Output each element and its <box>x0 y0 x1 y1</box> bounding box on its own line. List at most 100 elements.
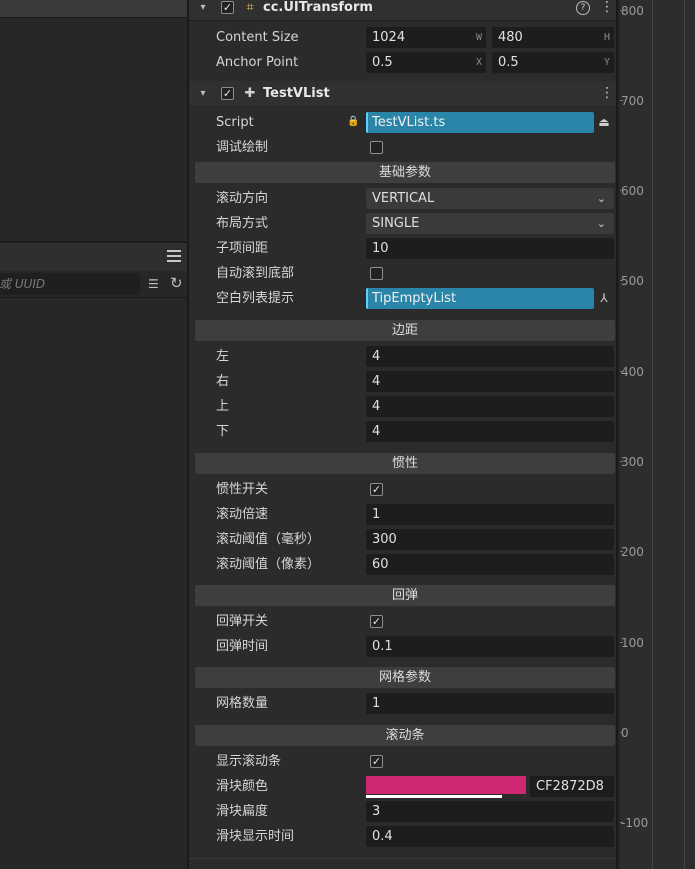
layout-select[interactable]: SINGLE ⌄ <box>366 213 614 234</box>
thumb-width-field[interactable]: 3 <box>366 801 614 822</box>
asset-locate-icon[interactable]: ⏏ <box>594 112 614 133</box>
threshold-px-row: 滚动阈值（像素） 60 <box>189 552 616 577</box>
padding-top-row: 上 4 <box>189 394 616 419</box>
thumb-color-row: 滑块颜色 CF2872D8 <box>189 774 616 799</box>
padding-top-field[interactable]: 4 <box>366 396 614 417</box>
section-inertia: 惯性 <box>195 453 615 474</box>
padding-bottom-row: 下 4 <box>189 419 616 444</box>
scroll-speed-field[interactable]: 1 <box>366 504 614 525</box>
layout-label: 布局方式 <box>216 216 269 231</box>
threshold-px-field[interactable]: 60 <box>366 554 614 575</box>
ruler-tick-label: 600 <box>620 184 644 198</box>
ruler-grid-line <box>684 0 685 869</box>
threshold-ms-label: 滚动阈值（毫秒） <box>216 532 321 547</box>
puzzle-icon: ✚ <box>244 85 256 101</box>
chevron-down-icon: ⌄ <box>596 217 606 230</box>
section-grid: 网格参数 <box>195 667 615 688</box>
auto-scroll-bottom-row: 自动滚到底部 <box>189 261 616 286</box>
inertia-toggle-checkbox[interactable]: ✓ <box>370 483 383 496</box>
grid-count-field[interactable]: 1 <box>366 693 614 714</box>
inertia-toggle-label: 惯性开关 <box>216 482 269 497</box>
item-spacing-label: 子项间距 <box>216 241 269 256</box>
threshold-px-label: 滚动阈值（像素） <box>216 557 321 572</box>
content-size-row: Content Size 1024 W 480 H <box>189 25 616 50</box>
thumb-color-swatch[interactable] <box>366 776 526 794</box>
refresh-icon[interactable]: ↻ <box>170 275 184 291</box>
testvlist-enabled-checkbox[interactable]: ✓ <box>221 87 234 100</box>
chevron-down-icon: ⌄ <box>596 192 606 205</box>
thumb-show-time-field[interactable]: 0.4 <box>366 826 614 847</box>
script-label: Script <box>216 115 254 130</box>
threshold-ms-row: 滚动阈值（毫秒） 300 <box>189 527 616 552</box>
grid-count-row: 网格数量 1 <box>189 691 616 716</box>
hierarchy-header <box>0 243 187 271</box>
chevron-down-icon[interactable]: ▾ <box>197 88 209 99</box>
anchor-point-label: Anchor Point <box>216 55 299 70</box>
empty-tip-label: 空白列表提示 <box>216 291 295 306</box>
search-divider <box>0 297 187 298</box>
padding-bottom-field[interactable]: 4 <box>366 421 614 442</box>
padding-bottom-label: 下 <box>216 424 230 439</box>
chevron-down-icon[interactable]: ▾ <box>197 2 209 13</box>
debug-draw-checkbox[interactable] <box>370 141 383 154</box>
script-asset-field[interactable]: TestVList.ts <box>366 112 594 133</box>
thumb-color-hex-field[interactable]: CF2872D8 <box>530 776 614 797</box>
bounce-toggle-checkbox[interactable]: ✓ <box>370 615 383 628</box>
uitransform-icon: ⌗ <box>246 0 254 15</box>
editor-window: 或 UUID ☰ ↻ ▾ ✓ ⌗ cc.UITransform ? ⋮ Cont… <box>0 0 695 869</box>
search-input[interactable]: 或 UUID <box>0 273 140 295</box>
hamburger-icon[interactable] <box>167 250 181 262</box>
debug-draw-label: 调试绘制 <box>216 140 269 155</box>
show-scrollbar-checkbox[interactable]: ✓ <box>370 755 383 768</box>
layout-row: 布局方式 SINGLE ⌄ <box>189 211 616 236</box>
scene-ruler: 800 700 600 500 400 300 200 100 0 -100 <box>620 0 695 869</box>
scroll-dir-select[interactable]: VERTICAL ⌄ <box>366 188 614 209</box>
ruler-grid-line <box>652 0 653 869</box>
node-locate-icon[interactable]: ⅄ <box>594 288 614 309</box>
padding-left-field[interactable]: 4 <box>366 346 614 367</box>
inertia-toggle-row: 惯性开关 ✓ <box>189 477 616 502</box>
ruler-tick-label: 700 <box>620 94 644 108</box>
more-options-icon[interactable]: ⋮ <box>600 84 614 102</box>
auto-scroll-bottom-checkbox[interactable] <box>370 267 383 280</box>
more-options-icon[interactable]: ⋮ <box>600 0 614 16</box>
script-row: Script 🔒 TestVList.ts ⏏ <box>189 110 616 135</box>
padding-right-field[interactable]: 4 <box>366 371 614 392</box>
height-field[interactable]: 480 H <box>492 27 614 48</box>
threshold-ms-field[interactable]: 300 <box>366 529 614 550</box>
section-padding: 边距 <box>195 320 615 341</box>
thumb-color-label: 滑块颜色 <box>216 779 269 794</box>
bounce-toggle-label: 回弹开关 <box>216 614 269 629</box>
thumb-show-time-label: 滑块显示时间 <box>216 829 295 844</box>
padding-left-row: 左 4 <box>189 344 616 369</box>
anchor-point-row: Anchor Point 0.5 X 0.5 Y <box>189 50 616 75</box>
content-size-label: Content Size <box>216 30 299 45</box>
sort-list-icon[interactable]: ☰ <box>148 277 164 291</box>
anchor-x-field[interactable]: 0.5 X <box>366 52 486 73</box>
padding-right-row: 右 4 <box>189 369 616 394</box>
uitransform-header[interactable]: ▾ ✓ ⌗ cc.UITransform ? ⋮ <box>189 0 616 21</box>
help-icon[interactable]: ? <box>576 1 590 15</box>
ruler-tick-label: 800 <box>620 4 644 18</box>
padding-right-label: 右 <box>216 374 230 389</box>
testvlist-title: TestVList <box>263 86 330 101</box>
uitransform-enabled-checkbox[interactable]: ✓ <box>221 1 234 14</box>
scroll-speed-label: 滚动倍速 <box>216 507 269 522</box>
left-panel: 或 UUID ☰ ↻ <box>0 0 187 869</box>
ruler-tick-label: 500 <box>620 274 644 288</box>
auto-scroll-bottom-label: 自动滚到底部 <box>216 266 295 281</box>
show-scrollbar-row: 显示滚动条 ✓ <box>189 749 616 774</box>
empty-tip-row: 空白列表提示 TipEmptyList ⅄ <box>189 286 616 311</box>
scroll-speed-row: 滚动倍速 1 <box>189 502 616 527</box>
ruler-tick-label: -100 <box>620 816 649 830</box>
bounce-time-label: 回弹时间 <box>216 639 269 654</box>
width-field[interactable]: 1024 W <box>366 27 486 48</box>
testvlist-header[interactable]: ▾ ✓ ✚ TestVList ⋮ <box>189 81 616 107</box>
anchor-y-field[interactable]: 0.5 Y <box>492 52 614 73</box>
empty-tip-asset-field[interactable]: TipEmptyList <box>366 288 594 309</box>
section-basic: 基础参数 <box>195 162 615 183</box>
bounce-time-field[interactable]: 0.1 <box>366 636 614 657</box>
lock-icon: 🔒 <box>347 116 360 127</box>
ruler-tick-label: 200 <box>620 545 644 559</box>
item-spacing-field[interactable]: 10 <box>366 238 614 259</box>
